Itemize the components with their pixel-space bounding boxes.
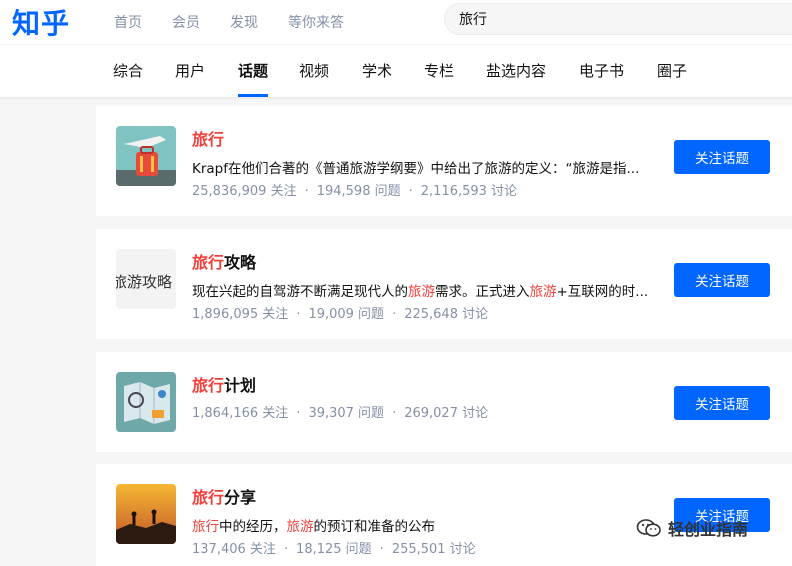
sunset-hikers-icon: [116, 484, 176, 544]
description-text: 需求。正式进入: [435, 284, 530, 300]
follow-topic-button[interactable]: 关注话题: [674, 263, 770, 297]
topic-title[interactable]: 旅行: [192, 126, 224, 150]
tab-columns[interactable]: 专栏: [424, 45, 454, 97]
discussions-count: 269,027 讨论: [404, 406, 489, 421]
topic-thumbnail[interactable]: 旅游攻略: [116, 249, 176, 309]
topic-description: Krapf在他们合著的《普通旅游学纲要》中给出了旅游的定义：“旅游是指...: [192, 157, 662, 177]
topic-stats: 25,836,909 关注 · 194,598 问题 · 2,116,593 讨论: [192, 184, 518, 199]
tab-academic[interactable]: 学术: [362, 45, 392, 97]
discussions-count: 255,501 讨论: [391, 542, 476, 557]
tab-ebooks[interactable]: 电子书: [579, 45, 624, 97]
keyword-highlight: 旅游: [286, 519, 314, 535]
topic-thumbnail[interactable]: [116, 484, 176, 544]
topic-title[interactable]: 旅行攻略: [192, 249, 256, 273]
questions-count: 19,009 问题: [308, 307, 385, 322]
wechat-watermark: 轻创业指南: [636, 516, 748, 540]
keyword-highlight: 旅游: [529, 284, 557, 300]
keyword-highlight: 旅行: [192, 519, 219, 535]
topic-stats: 1,896,095 关注 · 19,009 问题 · 225,648 讨论: [192, 307, 489, 322]
tab-circles[interactable]: 圈子: [657, 45, 687, 97]
topic-thumbnail[interactable]: [116, 126, 176, 186]
questions-count: 194,598 问题: [316, 184, 401, 199]
questions-count: 39,307 问题: [308, 406, 385, 421]
search-tab-bar: 综合 用户 话题 视频 学术 专栏 盐选内容 电子书 圈子: [0, 45, 792, 97]
description-text: 中的经历，: [219, 519, 287, 535]
discussions-count: 225,648 讨论: [404, 307, 489, 322]
tab-salt-content[interactable]: 盐选内容: [486, 45, 546, 97]
description-text: +互联网的时...: [556, 284, 649, 300]
top-bar: 知乎 首页 会员 发现 等你来答: [0, 0, 792, 44]
tab-videos[interactable]: 视频: [299, 45, 329, 97]
topic-title[interactable]: 旅行分享: [192, 484, 256, 508]
topic-card-travel-guide[interactable]: 旅游攻略 旅行攻略 现在兴起的自驾游不断满足现代人的旅游需求。正式进入旅游+互联…: [96, 229, 792, 339]
topic-card-travel-plan[interactable]: 旅行计划 1,864,166 关注 · 39,307 问题 · 269,027 讨论 关…: [96, 352, 792, 452]
follow-topic-button[interactable]: 关注话题: [674, 386, 770, 420]
nav-membership[interactable]: 会员: [172, 12, 200, 32]
nav-discover[interactable]: 发现: [230, 12, 258, 32]
watermark-text: 轻创业指南: [668, 520, 749, 539]
topic-stats: 137,406 关注 · 18,125 问题 · 255,501 讨论: [192, 542, 476, 557]
topic-card-travel-sharing[interactable]: 旅行分享 旅行中的经历，旅游的预订和准备的公布 137,406 关注 · 18,12…: [96, 464, 792, 566]
search-input[interactable]: [444, 3, 792, 35]
followers-count: 1,864,166 关注: [192, 406, 289, 421]
follow-topic-button[interactable]: 关注话题: [674, 140, 770, 174]
followers-count: 1,896,095 关注: [192, 307, 289, 322]
followers-count: 25,836,909 关注: [192, 184, 297, 199]
description-text: Krapf在他们合著的《普通旅游学纲要》中给出了旅游的定义：“旅游是指...: [192, 161, 640, 177]
tab-topics[interactable]: 话题: [238, 45, 269, 97]
topic-stats: 1,864,166 关注 · 39,307 问题 · 269,027 讨论: [192, 406, 489, 421]
tab-users[interactable]: 用户: [175, 45, 205, 97]
description-text: 现在兴起的自驾游不断满足现代人的: [192, 284, 408, 300]
tab-general[interactable]: 综合: [113, 45, 143, 97]
topic-card-travel[interactable]: 旅行 Krapf在他们合著的《普通旅游学纲要》中给出了旅游的定义：“旅游是指..…: [96, 106, 792, 216]
discussions-count: 2,116,593 讨论: [420, 184, 518, 199]
thumbnail-calligraphy-text: 旅游攻略: [116, 273, 173, 291]
topic-thumbnail[interactable]: [116, 372, 176, 432]
followers-count: 137,406 关注: [192, 542, 276, 557]
travel-map-icon: [116, 372, 176, 432]
topic-description: 旅行中的经历，旅游的预订和准备的公布: [192, 515, 662, 535]
luggage-plane-icon: [116, 126, 176, 186]
zhihu-logo[interactable]: 知乎: [12, 2, 70, 42]
keyword-highlight: 旅游: [408, 284, 435, 300]
nav-home[interactable]: 首页: [114, 12, 142, 32]
nav-waiting-answers[interactable]: 等你来答: [288, 12, 344, 32]
description-text: 的预订和准备的公布: [313, 519, 436, 535]
questions-count: 18,125 问题: [296, 542, 372, 557]
topic-title[interactable]: 旅行计划: [192, 372, 256, 396]
top-nav: 首页 会员 发现 等你来答: [114, 0, 374, 44]
wechat-icon: [636, 519, 661, 537]
topic-description: 现在兴起的自驾游不断满足现代人的旅游需求。正式进入旅游+互联网的时...: [192, 280, 662, 300]
